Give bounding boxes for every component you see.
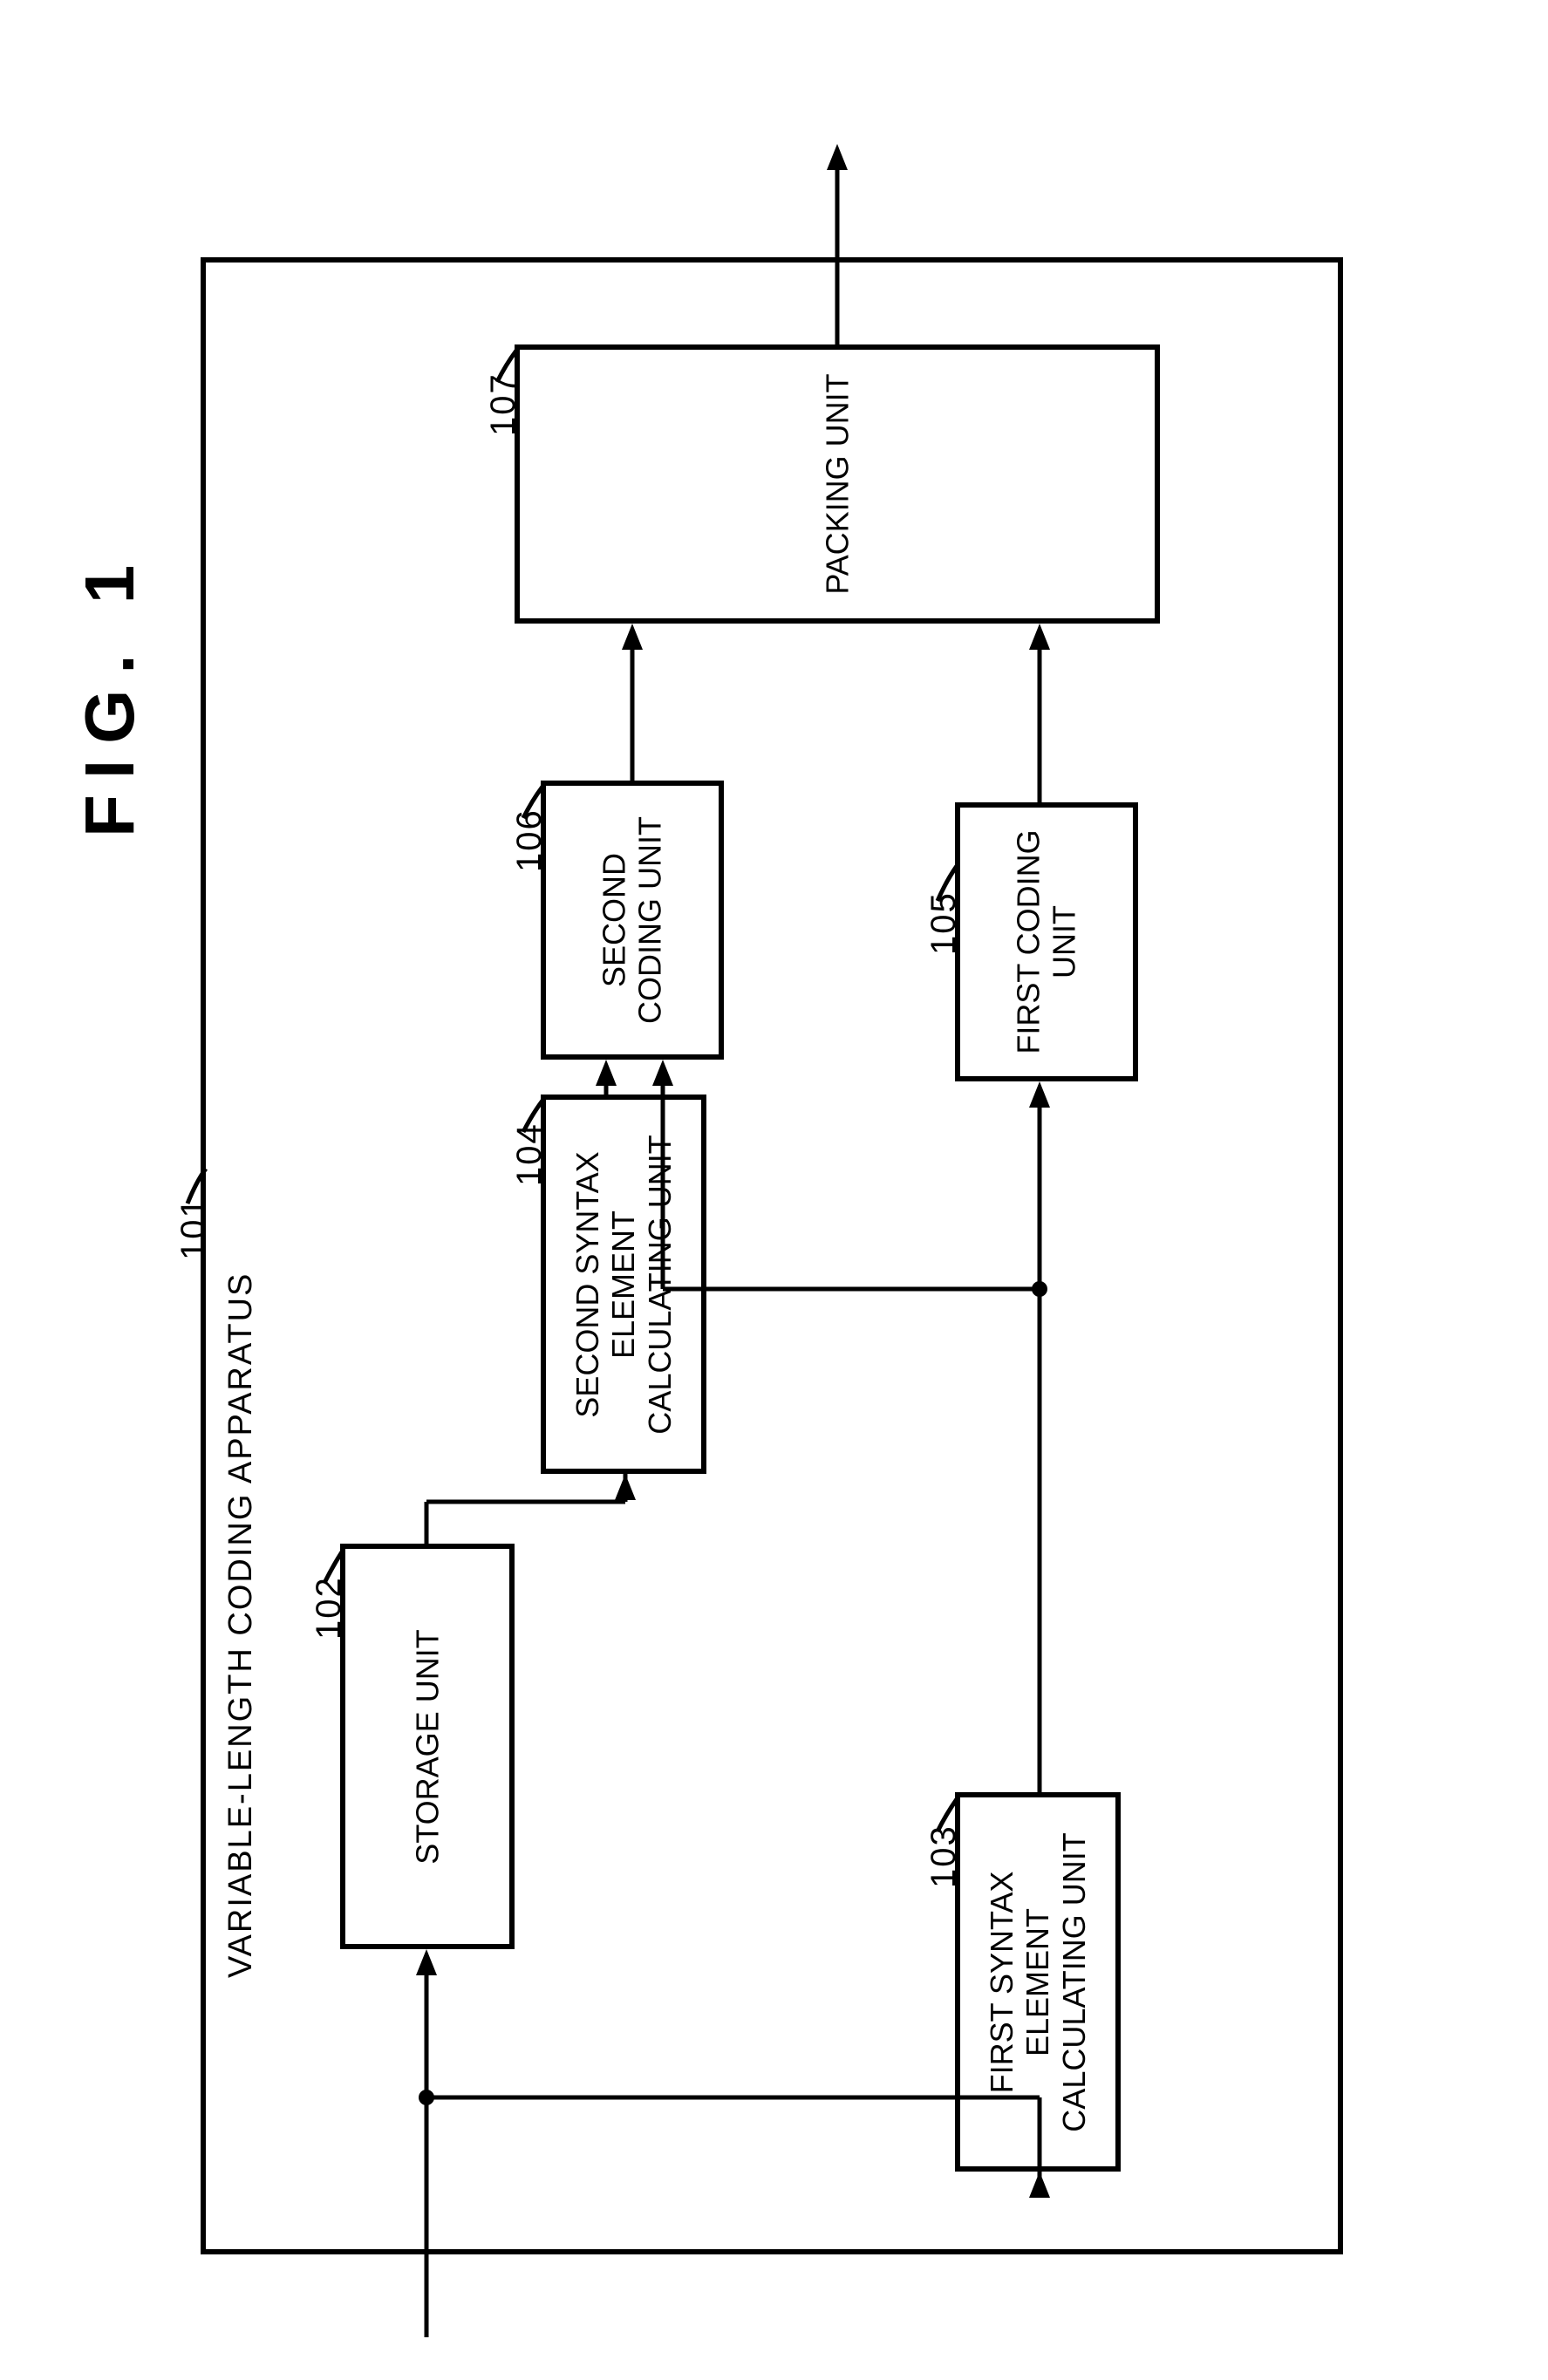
ref-106: 106 <box>510 808 549 872</box>
apparatus-label: VARIABLE-LENGTH CODING APPARATUS <box>222 1272 260 1978</box>
figure-title: FIG. 1 <box>70 549 150 837</box>
second-calc-label: SECOND SYNTAX ELEMENT CALCULATING UNIT <box>569 1135 678 1434</box>
ref-101: 101 <box>174 1197 214 1260</box>
second-calc-unit: SECOND SYNTAX ELEMENT CALCULATING UNIT <box>541 1095 706 1474</box>
ref-103: 103 <box>924 1824 964 1888</box>
first-coding-unit: FIRST CODING UNIT <box>955 802 1138 1081</box>
second-coding-unit: SECOND CODING UNIT <box>541 781 724 1060</box>
ref-104: 104 <box>510 1122 549 1186</box>
storage-unit: STORAGE UNIT <box>340 1544 515 1949</box>
page: FIG. 1 VARIABLE-LENGTH CODING APPARATUS … <box>0 0 1548 2380</box>
packing-unit: PACKING UNIT <box>515 344 1160 624</box>
first-coding-label: FIRST CODING UNIT <box>1011 829 1083 1054</box>
ref-105: 105 <box>924 891 964 955</box>
storage-unit-label: STORAGE UNIT <box>409 1629 445 1864</box>
ref-102: 102 <box>310 1576 349 1640</box>
second-coding-label: SECOND CODING UNIT <box>597 816 669 1024</box>
first-calc-label: FIRST SYNTAX ELEMENT CALCULATING UNIT <box>984 1832 1092 2131</box>
packing-unit-label: PACKING UNIT <box>819 373 855 594</box>
ref-107: 107 <box>484 372 523 436</box>
first-calc-unit: FIRST SYNTAX ELEMENT CALCULATING UNIT <box>955 1792 1121 2172</box>
